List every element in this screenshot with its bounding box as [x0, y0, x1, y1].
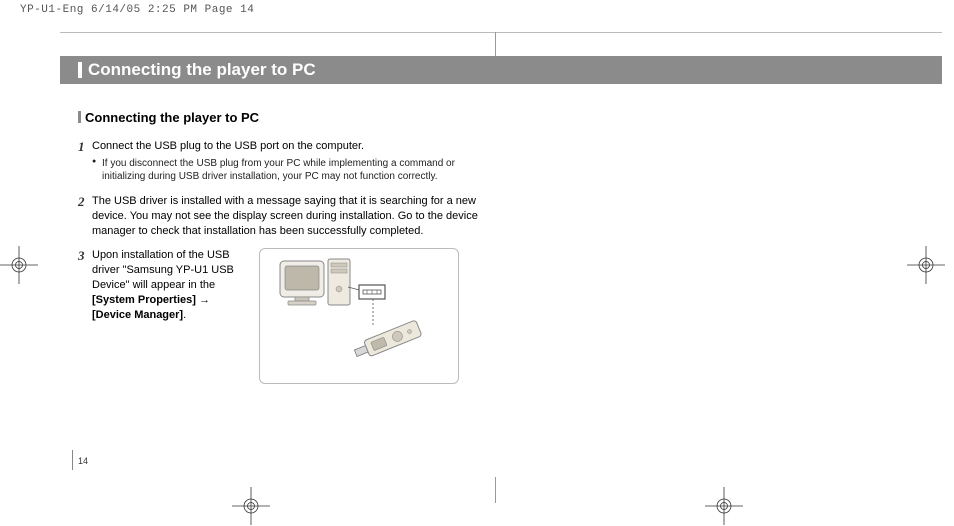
step3-end: . [183, 309, 186, 321]
registration-mark-icon [709, 491, 739, 521]
registration-mark-icon [4, 250, 34, 280]
step-number: 1 [78, 138, 85, 156]
title-band: Connecting the player to PC [60, 56, 942, 84]
step3-arrow: → [196, 294, 210, 306]
step-1-bullet: If you disconnect the USB plug from your… [92, 157, 478, 184]
step-1: 1 Connect the USB plug to the USB port o… [78, 139, 478, 184]
section-heading-text: Connecting the player to PC [85, 110, 259, 125]
monitor-icon [280, 261, 324, 305]
step-number: 2 [78, 193, 85, 211]
top-rule [60, 32, 942, 33]
title-bar-accent [78, 62, 82, 78]
registration-mark-icon [236, 491, 266, 521]
usb-player-icon [353, 320, 422, 361]
step-3-text: Upon installation of the USB driver "Sam… [92, 248, 247, 322]
step-number: 3 [78, 247, 85, 265]
step3-bold1: [System Properties] [92, 294, 196, 306]
registration-mark-icon [911, 250, 941, 280]
crop-tick-bottom [495, 477, 496, 503]
step3-pre: Upon installation of the USB driver "Sam… [92, 249, 234, 291]
page-number: 14 [78, 456, 88, 466]
step-text: Connect the USB plug to the USB port on … [92, 140, 364, 152]
step3-bold2: [Device Manager] [92, 309, 183, 321]
usb-port-icon [348, 285, 385, 299]
step-2: 2 The USB driver is installed with a mes… [78, 194, 478, 239]
pc-tower-icon [328, 259, 350, 305]
crop-tick-top [495, 32, 496, 58]
section-bar-icon [78, 111, 81, 123]
pc-connection-illustration [259, 248, 459, 384]
print-slug: YP-U1-Eng 6/14/05 2:25 PM Page 14 [20, 4, 254, 16]
page-title: Connecting the player to PC [88, 60, 316, 80]
section-heading: Connecting the player to PC [78, 110, 478, 125]
step-text: The USB driver is installed with a messa… [92, 195, 478, 237]
